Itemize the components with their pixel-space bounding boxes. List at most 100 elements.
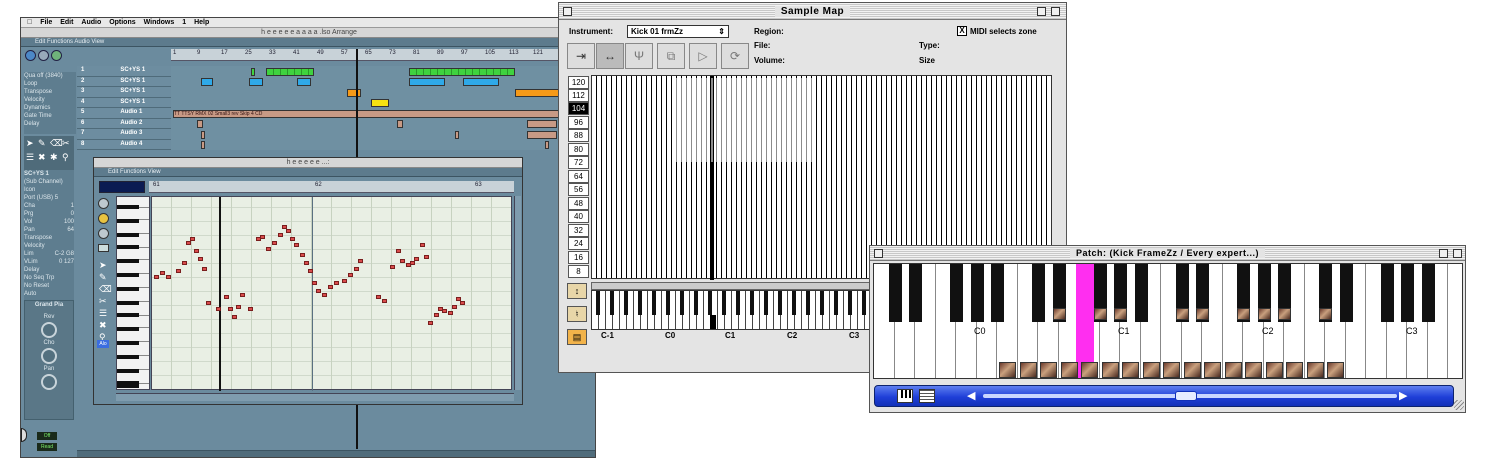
close-box-icon[interactable] [874,249,883,258]
black-key[interactable] [970,264,984,322]
param-delay[interactable]: Delay [24,120,76,128]
keyboard-view-icon[interactable]: ▤ [567,329,587,345]
resize-grip-icon[interactable] [1454,400,1464,410]
row-value[interactable]: 0 [71,210,74,218]
midi-region[interactable] [201,78,213,86]
pencil-tool-icon[interactable]: ✎ [99,272,107,283]
white-key[interactable] [1448,264,1462,378]
zoom-box-icon[interactable] [1439,249,1448,258]
midi-region[interactable] [409,68,515,76]
matrix-playhead[interactable] [219,197,221,391]
sample-thumbnail[interactable] [1114,308,1127,320]
track-header[interactable]: 5 Audio 1 [77,108,171,119]
menu-edit[interactable]: Edit [60,19,73,26]
midi-region[interactable] [297,78,311,86]
velocity-label[interactable]: 56 [568,183,589,196]
pointer-tool-icon[interactable]: ➤ [99,260,107,271]
audio-region[interactable] [455,131,459,139]
black-key[interactable] [888,264,902,322]
track-header[interactable]: 7 Audio 3 [77,129,171,140]
solo-tool-icon[interactable]: ✱ [50,152,58,163]
arrange-local-menu[interactable]: Edit Functions Audio View [21,38,595,47]
loop-tool-icon[interactable]: ⟳ [721,43,749,69]
keyboard-mode-icon[interactable]: ♮ [567,306,587,322]
black-key[interactable] [1421,264,1435,322]
menu-1[interactable]: 1 [182,19,186,26]
apple-icon[interactable]:  [27,19,32,26]
range-tool-icon[interactable]: ↔ [596,43,624,69]
row-value[interactable]: 100 [64,218,74,226]
close-box-icon[interactable] [563,7,572,16]
param-loop[interactable]: Loop [24,80,76,88]
row-value[interactable]: 0 127 [59,258,74,266]
black-key[interactable] [950,264,963,322]
sample-thumbnail[interactable] [1183,362,1201,378]
velocity-label[interactable]: 16 [568,251,589,264]
automation-read-button[interactable]: Read [37,443,57,451]
bar-ruler[interactable]: 1 9 17 25 33 41 49 57 65 73 81 89 97 105… [171,49,595,61]
selected-key-highlight[interactable] [1076,264,1094,378]
row-value[interactable]: 1 [71,202,74,210]
row-key[interactable]: No Seq Trp [24,275,54,281]
velocity-label[interactable]: 40 [568,210,589,223]
velocity-label[interactable]: 8 [568,265,589,278]
sample-thumbnail[interactable] [1081,362,1098,378]
sample-thumbnail[interactable] [1224,362,1242,378]
param-gate-time[interactable]: Gate Time [24,112,76,120]
black-key[interactable] [991,264,1004,322]
audio-region[interactable] [527,120,557,128]
velocity-label[interactable]: 32 [568,224,589,237]
velocity-label[interactable]: 112 [568,89,589,102]
track-header[interactable]: 3 SC+YS 1 [77,87,171,98]
scroll-right-icon[interactable]: ▶ [1399,389,1407,402]
black-key[interactable] [909,264,922,322]
sample-thumbnail[interactable] [1257,308,1271,320]
mute-tool-icon[interactable]: ✖ [99,320,107,331]
sample-thumbnail[interactable] [1093,308,1107,320]
midi-region[interactable] [266,68,314,76]
row-key[interactable]: No Reset [24,283,49,289]
eraser-tool-icon[interactable]: ⌫ [50,138,63,149]
sample-thumbnail[interactable] [1327,362,1344,378]
audio-region[interactable] [201,141,205,149]
param-transpose[interactable]: Transpose [24,88,76,96]
instrument-select[interactable]: Kick 01 frmZz ⇕ [627,25,729,38]
matrix-titlebar[interactable]: h e e e e e ...: [94,158,522,168]
midi-region[interactable] [371,99,389,107]
velocity-label[interactable]: 24 [568,237,589,250]
sample-thumbnail[interactable] [1278,308,1291,320]
zoom-box-icon[interactable] [1037,7,1046,16]
black-key[interactable] [1134,264,1148,322]
arrange-regions-area[interactable]: TT TTSY RMX 02 Small3 rev Skip 4 CD [171,66,595,150]
midi-out-icon[interactable] [98,213,109,224]
midi-selects-zone-checkbox[interactable]: X [957,26,967,36]
pan-knob[interactable] [41,374,57,390]
sample-thumbnail[interactable] [1019,362,1037,378]
menu-help[interactable]: Help [194,19,209,26]
sample-thumbnail[interactable] [1237,308,1250,320]
midi-region[interactable] [463,78,499,86]
mute-tool-icon[interactable]: ✖ [38,152,46,163]
sample-thumbnail[interactable] [1245,362,1262,378]
select-tool-icon[interactable]: ⇥ [567,43,595,69]
link-icon[interactable] [98,198,109,209]
chorus-knob[interactable] [41,348,57,364]
track-header[interactable]: 8 Audio 4 [77,139,171,150]
track-header[interactable]: 1 SC+YS 1 [77,66,171,77]
midi-region[interactable] [347,89,361,97]
note-grid[interactable] [151,196,512,391]
audio-region[interactable] [397,120,403,128]
play-tool-icon[interactable]: ▷ [689,43,717,69]
sample-thumbnail[interactable] [1175,308,1189,320]
velocity-label[interactable]: 80 [568,143,589,156]
horizontal-scrollbar[interactable] [116,393,514,401]
velocity-label[interactable]: 88 [568,129,589,142]
matrix-local-menu[interactable]: Edit Functions View [94,168,522,177]
velocity-label[interactable]: 48 [568,197,589,210]
step-input-icon[interactable] [98,228,109,239]
audio-region[interactable] [197,120,203,128]
automation-off-button[interactable]: Off [37,432,57,440]
velocity-label[interactable]: 72 [568,156,589,169]
sample-thumbnail[interactable] [999,362,1016,378]
sample-map-titlebar[interactable]: Sample Map [559,3,1066,20]
